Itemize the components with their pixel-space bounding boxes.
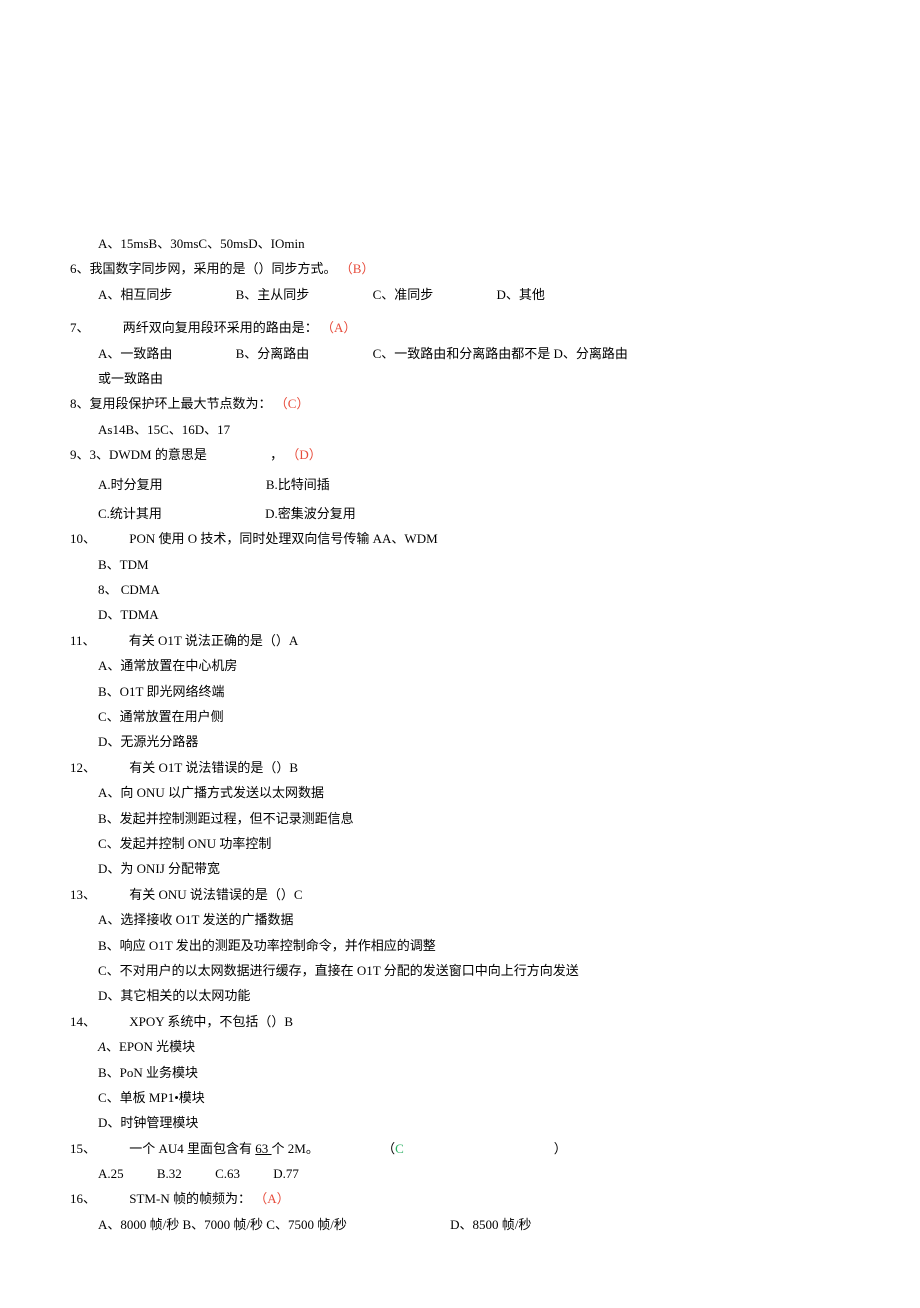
q16-text: STM-N 帧的帧频为：: [129, 1191, 251, 1206]
q13-num: 13、: [70, 887, 96, 902]
q7-opt-b: B、分离路由: [236, 346, 310, 361]
q15-text-pre: 一个 AU4 里面包含有: [129, 1141, 255, 1156]
q11-stem: 11、 有关 O1T 说法正确的是（）A: [70, 629, 850, 652]
q10-opt-b: B、TDM: [70, 553, 850, 576]
q12-opt-d: D、为 ONIJ 分配带宽: [70, 857, 850, 880]
q6-answer: （B）: [340, 261, 375, 276]
q6-text: 6、我国数字同步网，采用的是（）同步方式。: [70, 261, 337, 276]
q5-options: A、15msB、30msC、50msD、IOmin: [70, 232, 850, 255]
q10-num: 10、: [70, 531, 96, 546]
q13-opt-c: C、不对用户的以太网数据进行缓存，直接在 O1T 分配的发送窗口中向上行方向发送: [70, 959, 850, 982]
q14-num: 14、: [70, 1014, 96, 1029]
q6-opt-c: C、准同步: [373, 287, 434, 302]
q7-options: A、一致路由 B、分离路由 C、一致路由和分离路由都不是 D、分离路由: [70, 342, 850, 365]
q11-text: 有关 O1T 说法正确的是（）A: [129, 633, 298, 648]
q15-answer: C: [395, 1141, 404, 1156]
q7-stem: 7、 两纤双向复用段环采用的路由是： （A）: [70, 316, 850, 339]
q7-opt-a: A、一致路由: [98, 346, 172, 361]
q14-stem: 14、 XPOY 系统中，不包括（）B: [70, 1010, 850, 1033]
q14-opt-b: B、PoN 业务模块: [70, 1061, 850, 1084]
q9-opt-b: B.比特间插: [266, 477, 330, 492]
q11-opt-b: B、O1T 即光网络终端: [70, 680, 850, 703]
q11-opt-c: C、通常放置在用户侧: [70, 705, 850, 728]
q14-opt-d: D、时钟管理模块: [70, 1111, 850, 1134]
q12-opt-b: B、发起并控制测距过程，但不记录测距信息: [70, 807, 850, 830]
q15-options: A.25 B.32 C.63 D.77: [70, 1162, 850, 1185]
q13-stem: 13、 有关 ONU 说法错误的是（）C: [70, 883, 850, 906]
q6-options: A、相互同步 B、主从同步 C、准同步 D、其他: [70, 283, 850, 306]
q9-options-cd: C.统计其用 D.密集波分复用: [70, 502, 850, 525]
q6-opt-b: B、主从同步: [236, 287, 310, 302]
q16-opt-abc: A、8000 帧/秒 B、7000 帧/秒 C、7500 帧/秒: [98, 1217, 347, 1232]
q9-opt-a: A.时分复用: [98, 477, 163, 492]
q14-opt-a-line: A、EPON 光模块: [70, 1035, 850, 1058]
q13-text: 有关 ONU 说法错误的是（）C: [129, 887, 302, 902]
q11-opt-a: A、通常放置在中心机房: [70, 654, 850, 677]
q13-opt-a: A、选择接收 O1T 发送的广播数据: [70, 908, 850, 931]
q7-num: 7、: [70, 320, 90, 335]
q6-stem: 6、我国数字同步网，采用的是（）同步方式。 （B）: [70, 257, 850, 280]
q15-opt-d: D.77: [273, 1166, 299, 1181]
q12-text: 有关 O1T 说法错误的是（）B: [129, 760, 298, 775]
q9-answer: （D）: [286, 447, 321, 462]
q14-opt-a: 、EPON 光模块: [106, 1039, 195, 1054]
q14-text: XPOY 系统中，不包括（）B: [129, 1014, 293, 1029]
q7-opt-cd: C、一致路由和分离路由都不是 D、分离路由: [373, 346, 628, 361]
q16-answer: （A）: [254, 1191, 289, 1206]
q14-opt-c: C、单板 MP1•模块: [70, 1086, 850, 1109]
q10-stem: 10、 PON 使用 O 技术，同时处理双向信号传输 AA、WDM: [70, 527, 850, 550]
q8-answer: （C）: [275, 396, 310, 411]
q12-opt-c: C、发起并控制 ONU 功率控制: [70, 832, 850, 855]
q15-stem: 15、 一个 AU4 里面包含有 63 个 2M。 （C ）: [70, 1137, 850, 1160]
q6-opt-a: A、相互同步: [98, 287, 172, 302]
q6-opt-d: D、其他: [496, 287, 544, 302]
q12-stem: 12、 有关 O1T 说法错误的是（）B: [70, 756, 850, 779]
q12-num: 12、: [70, 760, 96, 775]
q10-text: PON 使用 O 技术，同时处理双向信号传输 AA、WDM: [129, 531, 437, 546]
q10-opt-c: 8、 CDMA: [70, 578, 850, 601]
q9-comma: ，: [270, 447, 283, 462]
q15-text-post: 个 2M。: [272, 1141, 319, 1156]
q15-opt-c: C.63: [215, 1166, 240, 1181]
q16-stem: 16、 STM-N 帧的帧频为： （A）: [70, 1187, 850, 1210]
q9-opt-d: D.密集波分复用: [265, 506, 356, 521]
q15-opt-b: B.32: [157, 1166, 182, 1181]
q9-opt-c: C.统计其用: [98, 506, 162, 521]
q7-text: 两纤双向复用段环采用的路由是：: [123, 320, 318, 335]
q11-num: 11、: [70, 633, 96, 648]
q15-paren-r: ）: [554, 1141, 567, 1156]
q8-options: As14B、15C、16D、17: [70, 418, 850, 441]
q8-stem: 8、复用段保护环上最大节点数为： （C）: [70, 392, 850, 415]
q10-opt-d: D、TDMA: [70, 603, 850, 626]
q14-opt-a-letter: A: [98, 1039, 106, 1054]
q8-text: 8、复用段保护环上最大节点数为：: [70, 396, 272, 411]
q16-opt-d: D、8500 帧/秒: [450, 1217, 531, 1232]
q9-stem: 9、3、DWDM 的意思是 ， （D）: [70, 443, 850, 466]
q9-text: 9、3、DWDM 的意思是: [70, 447, 207, 462]
q15-opt-a: A.25: [98, 1166, 124, 1181]
q7-options-cont: 或一致路由: [70, 367, 850, 390]
q16-options: A、8000 帧/秒 B、7000 帧/秒 C、7500 帧/秒 D、8500 …: [70, 1213, 850, 1236]
q15-num: 15、: [70, 1141, 96, 1156]
q16-num: 16、: [70, 1191, 96, 1206]
q15-paren-l: （: [382, 1141, 395, 1156]
q13-opt-b: B、响应 O1T 发出的测距及功率控制命令，并作相应的调整: [70, 934, 850, 957]
q13-opt-d: D、其它相关的以太网功能: [70, 984, 850, 1007]
q7-answer: （A）: [321, 320, 356, 335]
q11-opt-d: D、无源光分路器: [70, 730, 850, 753]
q12-opt-a: A、向 ONU 以广播方式发送以太网数据: [70, 781, 850, 804]
q15-underline: 63: [255, 1141, 271, 1156]
q9-options-ab: A.时分复用 B.比特间插: [70, 473, 850, 496]
